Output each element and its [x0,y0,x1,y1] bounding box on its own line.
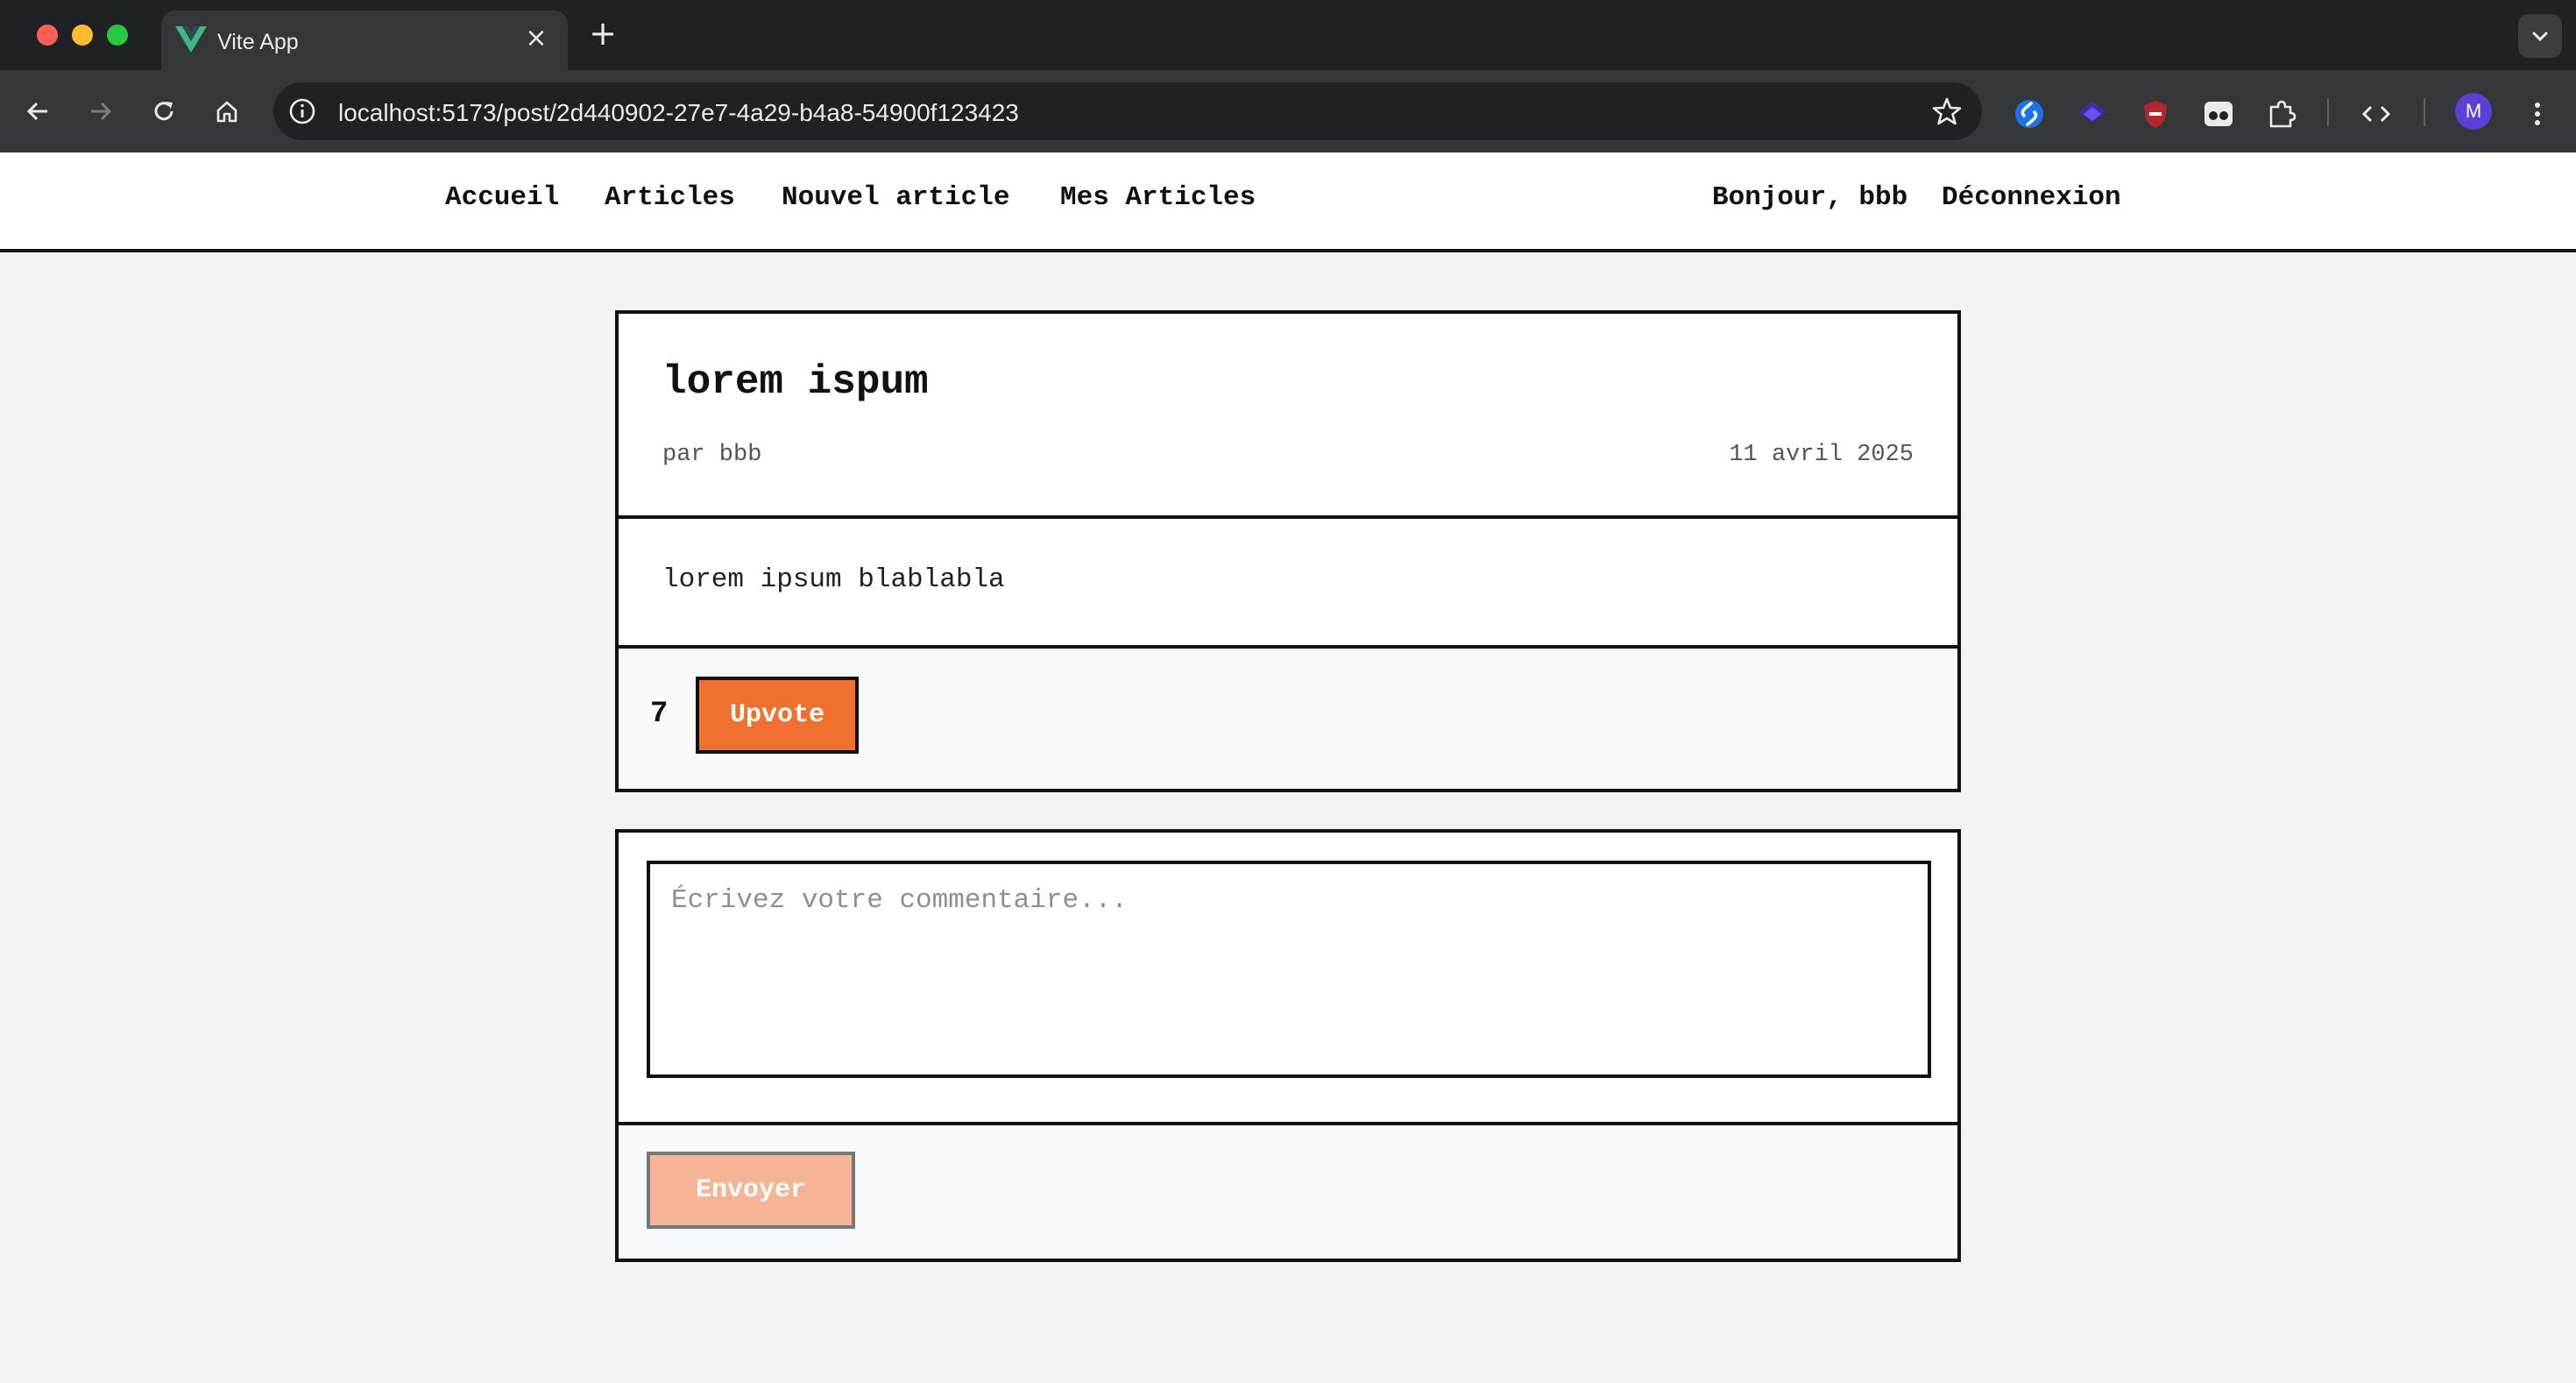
post-author: par bbb [662,442,762,468]
nav-link-home[interactable]: Accueil [445,182,559,213]
post-vote-bar: 7 Upvote [619,649,1957,789]
vote-count: 7 [650,698,669,731]
user-greeting: Bonjour, bbb [1712,182,1908,213]
nav-link-new-article[interactable]: Nouvel article [782,182,1009,213]
forward-arrow-icon [91,102,112,121]
post-content: lorem ipsum blablabla [619,519,1957,649]
reload-button[interactable] [142,89,186,133]
tab-title: Vite App [217,30,299,54]
forward-button[interactable] [79,89,123,133]
comment-form: Envoyer [615,829,1961,1262]
comment-input-area [619,833,1957,1125]
window-zoom-button[interactable] [107,25,128,46]
browser-toolbar: localhost:5173/post/2d440902-27e7-4a29-b… [0,70,2576,152]
post-card: lorem ispum par bbb 11 avril 2025 lorem … [615,310,1961,792]
toolbar-divider [2327,98,2329,126]
site-header: Accueil Articles Nouvel article Mes Arti… [0,152,2576,252]
new-tab-button[interactable]: + [585,16,620,51]
post-header: lorem ispum par bbb 11 avril 2025 [619,314,1957,519]
reload-icon [154,102,173,121]
extension-layers-icon[interactable] [2075,96,2110,131]
extension-shield-icon[interactable] [2138,96,2173,131]
nav-link-articles[interactable]: Articles [605,182,735,213]
address-url[interactable]: localhost:5173/post/2d440902-27e7-4a29-b… [338,99,1019,127]
window-minimize-button[interactable] [72,25,93,46]
window-close-button[interactable] [37,25,58,46]
back-arrow-icon [26,102,47,121]
profile-avatar[interactable]: M [2455,93,2492,130]
menu-dots-icon[interactable] [2520,96,2555,131]
nav-link-my-articles[interactable]: Mes Articles [1060,182,1256,213]
back-button[interactable] [16,89,60,133]
devtools-code-icon[interactable] [2359,96,2394,131]
toolbar-divider [2424,98,2425,126]
logout-link[interactable]: Déconnexion [1942,182,2121,213]
post-date: 11 avril 2025 [1729,442,1914,468]
extension-glasses-icon[interactable] [2201,96,2236,131]
bookmark-star-icon[interactable] [1931,96,1963,127]
address-bar[interactable]: localhost:5173/post/2d440902-27e7-4a29-b… [273,82,1982,140]
vue-logo-icon [175,26,207,53]
home-icon [216,101,237,123]
page-viewport: Accueil Articles Nouvel article Mes Arti… [0,152,2576,1383]
tab-search-button[interactable] [2518,14,2562,58]
upvote-button[interactable]: Upvote [696,677,859,754]
post-title: lorem ispum [662,359,929,405]
home-button[interactable] [205,89,249,133]
browser-tab-strip: Vite App × + [0,0,2576,70]
post-body-text: lorem ipsum blablabla [662,564,1005,595]
extension-shazam-icon[interactable] [2012,96,2047,131]
chevron-down-icon [2532,32,2548,42]
comment-actions: Envoyer [619,1125,1957,1259]
browser-tab-active[interactable]: Vite App × [161,11,568,70]
send-comment-button[interactable]: Envoyer [647,1152,855,1229]
site-info-icon[interactable] [287,96,317,126]
tab-close-icon[interactable]: × [520,23,552,54]
comment-textarea[interactable] [647,861,1931,1078]
extensions-puzzle-icon[interactable] [2264,96,2299,131]
